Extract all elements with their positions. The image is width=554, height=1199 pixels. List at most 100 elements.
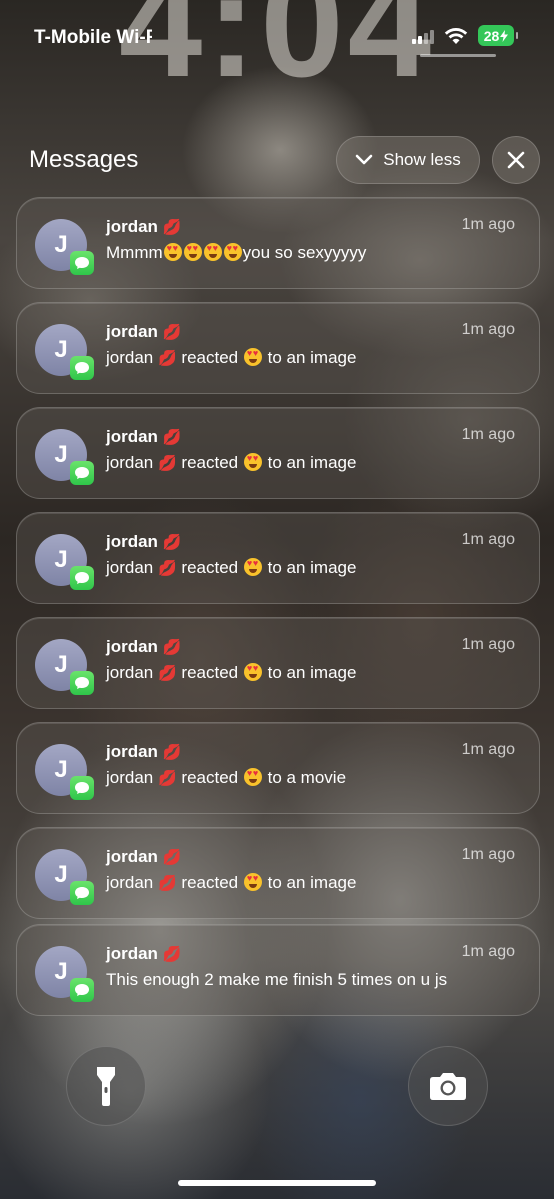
heart-eyes-emoji <box>163 243 182 261</box>
message-notification[interactable]: Jjordan 💋 1m ago jordan 💋 reacted to an im… <box>16 827 540 919</box>
reaction-verb: reacted <box>181 453 239 472</box>
sender-label: jordan <box>106 427 158 446</box>
chevron-down-icon <box>355 154 373 165</box>
kiss-mark-emoji: 💋 <box>158 559 177 577</box>
kiss-mark-emoji: 💋 <box>158 664 177 682</box>
camera-button[interactable] <box>408 1046 488 1126</box>
message-text: you so sexyyyyy <box>242 243 367 262</box>
wifi-icon <box>444 27 468 44</box>
camera-icon <box>430 1073 466 1100</box>
reaction-verb: reacted <box>181 663 239 682</box>
clear-group-button[interactable] <box>492 136 540 184</box>
kiss-mark-emoji: 💋 <box>162 945 182 963</box>
message-notification[interactable]: Jjordan 💋 1m ago jordan 💋 reacted to a mov… <box>16 722 540 814</box>
reaction-target: to an image <box>267 558 357 577</box>
messages-app-badge <box>70 461 94 485</box>
avatar-initial: J <box>54 958 68 985</box>
notification-time: 1m ago <box>461 636 515 653</box>
sender-name: jordan 💋 <box>106 322 181 342</box>
messages-app-badge <box>70 978 94 1002</box>
message-notification[interactable]: Jjordan 💋 1m ago jordan 💋 reacted to an im… <box>16 407 540 499</box>
message-notification[interactable]: Jjordan 💋 1m ago jordan 💋 reacted to an im… <box>16 617 540 709</box>
reaction-verb: reacted <box>181 873 239 892</box>
reactor-name: jordan <box>106 348 154 367</box>
heart-eyes-emoji <box>243 348 262 366</box>
reaction-verb: reacted <box>181 768 239 787</box>
reaction-target: to an image <box>267 348 357 367</box>
reactor-name: jordan <box>106 768 154 787</box>
messages-app-badge <box>70 251 94 275</box>
notification-time: 1m ago <box>461 531 515 548</box>
messages-icon <box>75 887 89 899</box>
kiss-mark-emoji: 💋 <box>162 638 182 656</box>
reactor-name: jordan <box>106 453 154 472</box>
reactor-name: jordan <box>106 558 154 577</box>
notification-group-header: Messages Show less <box>0 136 554 186</box>
message-notification[interactable]: Jjordan 💋 1m ago jordan 💋 reacted to an im… <box>16 512 540 604</box>
battery-level: 28 <box>483 27 500 44</box>
home-indicator[interactable] <box>178 1180 376 1186</box>
sender-name: jordan 💋 <box>106 742 181 762</box>
notification-body: Mmmm you so sexyyyyy <box>106 243 366 263</box>
notification-body: jordan 💋 reacted to an image <box>106 348 356 368</box>
messages-icon <box>75 467 89 479</box>
notification-body: jordan 💋 reacted to an image <box>106 558 356 578</box>
group-title: Messages <box>29 146 139 173</box>
kiss-mark-emoji: 💋 <box>158 349 177 367</box>
heart-eyes-emoji <box>223 243 242 261</box>
carrier-label: T-Mobile Wi-Fi <box>34 27 152 48</box>
messages-app-badge <box>70 881 94 905</box>
show-less-button[interactable]: Show less <box>336 136 480 184</box>
message-text: Mmmm <box>106 243 163 262</box>
sender-name: jordan 💋 <box>106 532 181 552</box>
heart-eyes-emoji <box>243 453 262 471</box>
sender-name: jordan 💋 <box>106 637 181 657</box>
notification-time: 1m ago <box>461 216 515 233</box>
messages-app-badge <box>70 776 94 800</box>
avatar-initial: J <box>54 756 68 783</box>
notification-body: jordan 💋 reacted to an image <box>106 453 356 473</box>
kiss-mark-emoji: 💋 <box>162 743 182 761</box>
flashlight-button[interactable] <box>66 1046 146 1126</box>
notification-body: jordan 💋 reacted to a movie <box>106 768 346 788</box>
message-notification[interactable]: Jjordan 💋 1m ago jordan 💋 reacted to an im… <box>16 302 540 394</box>
messages-icon <box>75 572 89 584</box>
avatar-initial: J <box>54 441 68 468</box>
messages-app-badge <box>70 356 94 380</box>
reaction-target: to an image <box>267 453 357 472</box>
kiss-mark-emoji: 💋 <box>158 769 177 787</box>
close-icon <box>507 151 525 169</box>
reaction-verb: reacted <box>181 558 239 577</box>
messages-icon <box>75 677 89 689</box>
avatar-initial: J <box>54 231 68 258</box>
messages-icon <box>75 362 89 374</box>
charging-bolt-icon <box>500 29 509 42</box>
kiss-mark-emoji: 💋 <box>158 454 177 472</box>
message-notification[interactable]: Jjordan 💋 1m ago This enough 2 make me fin… <box>16 924 540 1016</box>
battery-icon: 28 <box>478 25 518 46</box>
avatar-initial: J <box>54 546 68 573</box>
notification-time: 1m ago <box>461 741 515 758</box>
reactor-name: jordan <box>106 873 154 892</box>
kiss-mark-emoji: 💋 <box>162 323 182 341</box>
avatar-initial: J <box>54 336 68 363</box>
sender-label: jordan <box>106 742 158 761</box>
cellular-signal-icon <box>412 28 434 44</box>
message-text: This enough 2 make me finish 5 times on … <box>106 970 448 989</box>
sender-label: jordan <box>106 217 158 236</box>
kiss-mark-emoji: 💋 <box>162 218 182 236</box>
flashlight-icon <box>97 1067 115 1106</box>
notification-time: 1m ago <box>461 426 515 443</box>
heart-eyes-emoji <box>243 768 262 786</box>
messages-icon <box>75 257 89 269</box>
sender-label: jordan <box>106 532 158 551</box>
avatar-initial: J <box>54 861 68 888</box>
kiss-mark-emoji: 💋 <box>162 428 182 446</box>
heart-eyes-emoji <box>243 873 262 891</box>
show-less-label: Show less <box>383 150 461 169</box>
sender-label: jordan <box>106 637 158 656</box>
kiss-mark-emoji: 💋 <box>162 533 182 551</box>
sender-name: jordan 💋 <box>106 217 181 237</box>
message-notification[interactable]: Jjordan 💋 1m ago Mmmm you so sexyyyyy <box>16 197 540 289</box>
sender-name: jordan 💋 <box>106 427 181 447</box>
